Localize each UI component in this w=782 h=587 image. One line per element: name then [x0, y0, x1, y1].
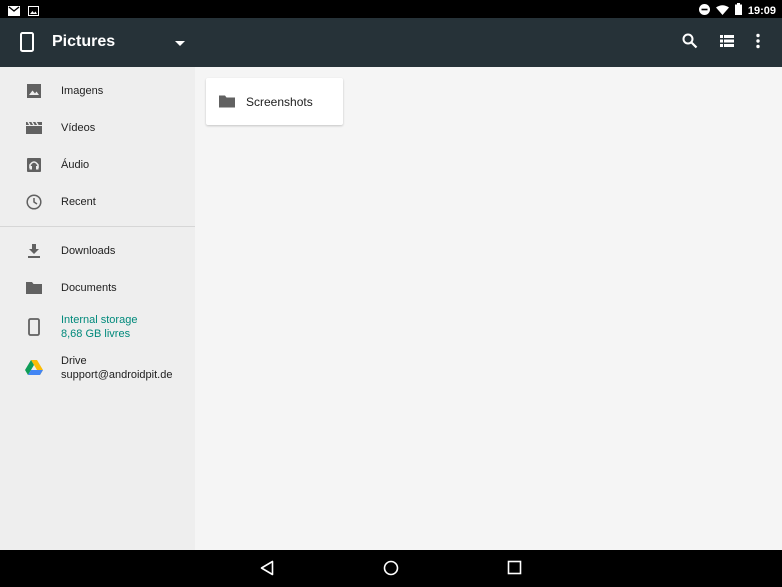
- drive-account-label: support@androidpit.de: [61, 369, 173, 381]
- sidebar-item-label: Downloads: [61, 245, 116, 257]
- sidebar-item-downloads[interactable]: Downloads: [0, 233, 195, 269]
- sidebar-item-documents[interactable]: Documents: [0, 270, 195, 306]
- download-icon: [24, 241, 44, 261]
- sidebar-item-recent[interactable]: Recent: [0, 184, 195, 220]
- sidebar: Imagens Vídeos Áudio Recent Downloads Do…: [0, 67, 195, 550]
- dropdown-icon[interactable]: [175, 34, 185, 52]
- folder-label: Screenshots: [246, 94, 313, 109]
- sidebar-item-label: Recent: [61, 196, 96, 208]
- clock-time: 19:09: [747, 5, 776, 17]
- audio-icon: [24, 155, 44, 175]
- video-icon: [24, 118, 44, 138]
- sidebar-item-label: Documents: [61, 282, 117, 294]
- folder-icon: [24, 278, 44, 298]
- list-view-icon[interactable]: [719, 33, 735, 54]
- sidebar-item-drive[interactable]: Drive support@androidpit.de: [0, 350, 195, 386]
- sidebar-item-label: Vídeos: [61, 122, 96, 134]
- recents-icon[interactable]: [507, 560, 522, 580]
- storage-free-label: 8,68 GB livres: [61, 328, 131, 340]
- status-bar: 19:09: [0, 0, 782, 18]
- drive-icon: [24, 358, 44, 378]
- sidebar-item-audio[interactable]: Áudio: [0, 147, 195, 183]
- sidebar-item-internal-storage[interactable]: Internal storage 8,68 GB livres: [0, 309, 195, 345]
- clock-icon: [24, 192, 44, 212]
- app-bar: Pictures: [0, 18, 782, 67]
- location-title[interactable]: Pictures: [52, 32, 115, 52]
- sidebar-item-label: Imagens: [61, 85, 104, 97]
- folder-item-screenshots[interactable]: Screenshots: [206, 78, 343, 125]
- navigation-bar: [0, 550, 782, 587]
- sidebar-item-label: Áudio: [61, 159, 90, 171]
- back-icon[interactable]: [260, 560, 274, 581]
- sidebar-divider: [0, 226, 195, 227]
- home-icon[interactable]: [383, 560, 399, 581]
- device-icon: [20, 32, 34, 57]
- phone-icon: [24, 317, 44, 337]
- sidebar-item-label: Drive: [61, 355, 87, 367]
- image-icon: [24, 81, 44, 101]
- search-icon[interactable]: [682, 33, 698, 54]
- sidebar-item-imagens[interactable]: Imagens: [0, 73, 195, 109]
- sidebar-item-label: Internal storage: [61, 314, 138, 326]
- content-area: Imagens Vídeos Áudio Recent Downloads Do…: [0, 67, 782, 550]
- file-grid: Screenshots: [195, 67, 782, 550]
- folder-icon: [219, 93, 237, 111]
- sidebar-item-videos[interactable]: Vídeos: [0, 110, 195, 146]
- overflow-menu-icon[interactable]: [755, 33, 761, 54]
